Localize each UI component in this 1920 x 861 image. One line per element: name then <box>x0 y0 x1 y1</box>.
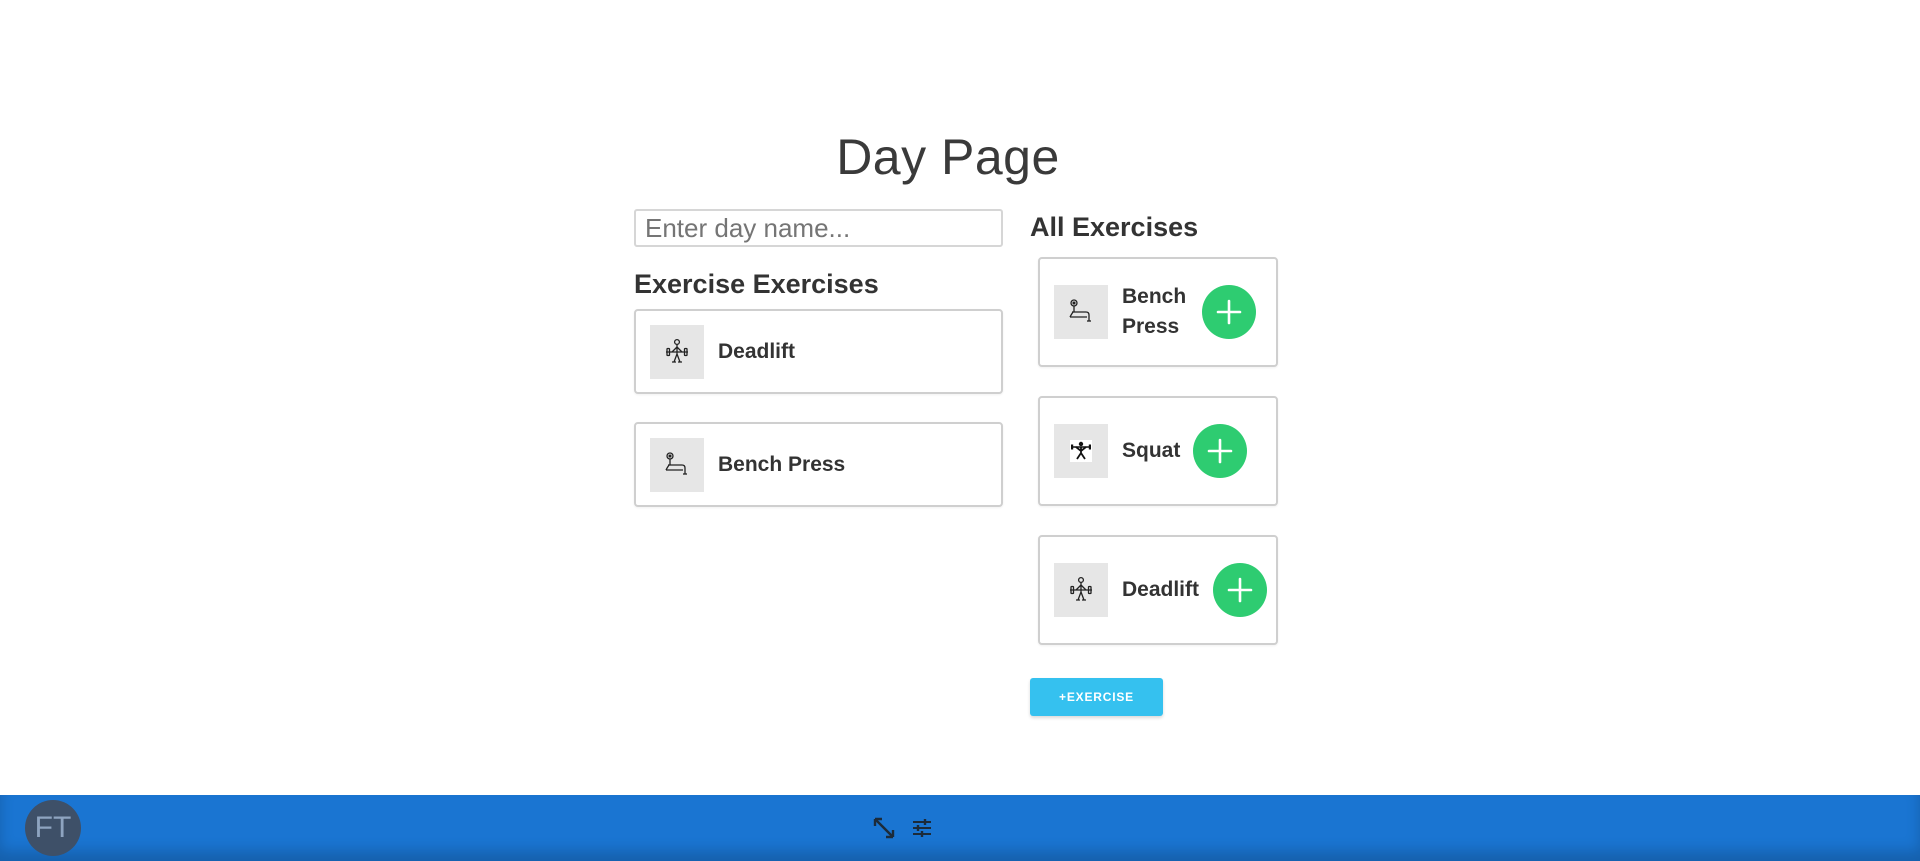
plus-icon <box>1227 577 1253 603</box>
day-exercise-card[interactable]: Bench Press <box>634 422 1003 507</box>
avatar[interactable]: FT <box>25 800 81 856</box>
plus-icon <box>1216 299 1242 325</box>
all-exercise-card: Squat <box>1038 396 1278 506</box>
bench-press-icon <box>1054 285 1108 339</box>
exercise-name: Bench Press <box>718 452 846 476</box>
day-name-input[interactable] <box>634 209 1003 247</box>
add-exercise-to-day-button[interactable] <box>1202 285 1256 339</box>
page-title: Day Page <box>836 129 1060 185</box>
day-exercises-column: Exercise Exercises Deadlift <box>634 209 1003 535</box>
bottom-bar: FT <box>0 795 1920 861</box>
add-exercise-to-day-button[interactable] <box>1213 563 1268 617</box>
bench-press-icon <box>650 437 704 492</box>
plus-icon <box>1207 438 1233 464</box>
exercise-name: Deadlift <box>1122 578 1200 601</box>
exercise-name: Squat <box>1122 439 1181 462</box>
day-exercise-card[interactable]: Deadlift <box>634 309 1003 394</box>
add-exercise-button[interactable]: +EXERCISE <box>1030 678 1163 716</box>
tune-icon[interactable] <box>909 815 935 841</box>
all-exercise-card: Bench Press <box>1038 257 1278 367</box>
all-exercise-card: Deadlift <box>1038 535 1278 645</box>
exercise-name: Bench Press <box>1122 285 1187 338</box>
exercise-name: Deadlift <box>718 339 796 363</box>
day-exercises-heading: Exercise Exercises <box>634 269 879 299</box>
expand-icon[interactable] <box>871 815 897 841</box>
all-exercises-heading: All Exercises <box>1030 212 1199 242</box>
deadlift-icon <box>650 324 704 379</box>
squat-icon <box>1054 424 1108 478</box>
deadlift-icon <box>1054 563 1108 617</box>
all-exercises-column: All Exercises Bench Press Squat Deadlift… <box>1030 209 1290 716</box>
add-exercise-to-day-button[interactable] <box>1193 424 1247 478</box>
